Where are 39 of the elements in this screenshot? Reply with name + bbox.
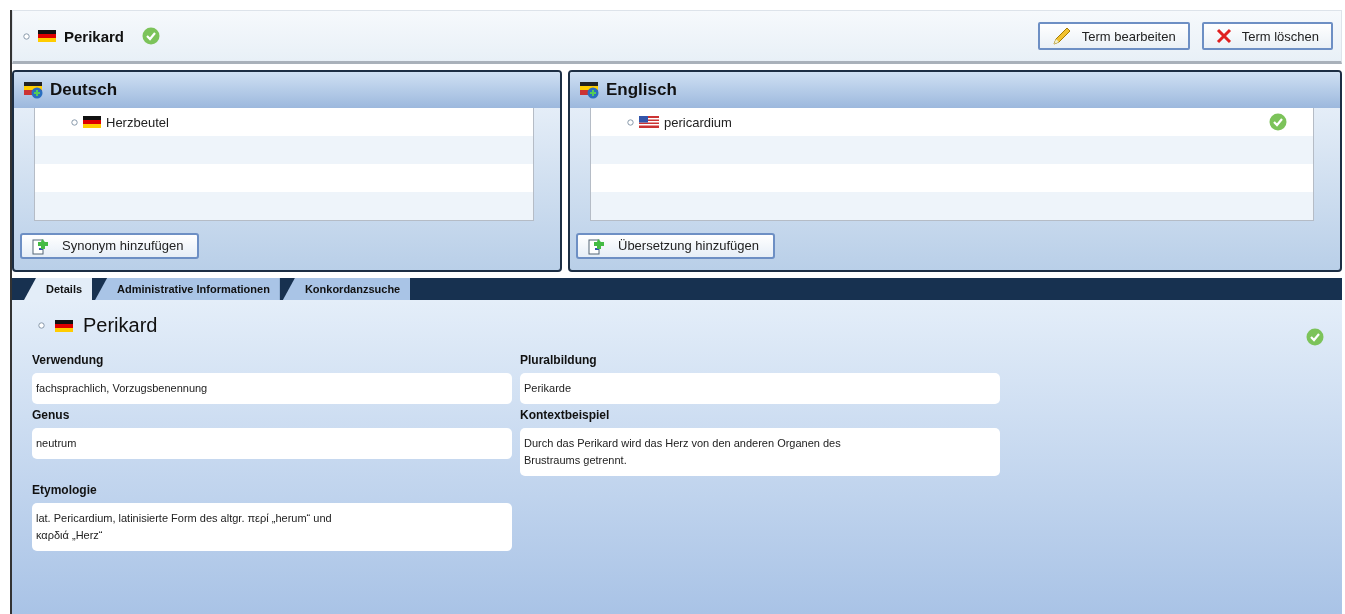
details-title: Perikard — [83, 314, 158, 337]
tab[interactable]: Konkordanzsuche — [282, 278, 411, 300]
field-label: Verwendung — [32, 353, 105, 367]
text-field[interactable]: Durch das Perikard wird das Herz von den anderen Organen des Brustraums getrennt. — [520, 428, 1000, 476]
tab[interactable]: Administrative Informationen — [95, 278, 280, 300]
panel-title: Englisch — [606, 80, 677, 100]
german-flag-icon — [83, 116, 101, 128]
german-flag-icon — [55, 319, 73, 332]
add-document-icon — [32, 236, 50, 255]
pencil-icon — [1051, 27, 1072, 45]
us-flag-icon — [639, 116, 659, 128]
field-label: Genus — [32, 408, 71, 422]
add-document-icon — [588, 236, 606, 255]
text-field[interactable]: neutrum — [32, 428, 512, 459]
term-text: Herzbeutel — [106, 114, 169, 130]
field-label: Pluralbildung — [520, 353, 598, 367]
language-flags-icon — [580, 81, 600, 99]
tab[interactable]: Details — [24, 278, 93, 300]
language-flags-icon — [24, 81, 44, 99]
close-icon — [1215, 28, 1232, 44]
delete-button[interactable]: Term löschen — [1201, 22, 1333, 50]
term-text: pericardium — [664, 114, 732, 130]
text-field[interactable]: fachsprachlich, Vorzugsbenennung — [32, 373, 512, 404]
text-field[interactable]: lat. Pericardium, latinisierte Form des altgr. περί „herum“ und καρδιά „Herz“ — [32, 503, 512, 551]
add-button[interactable]: Synonym hinzufügen — [20, 232, 200, 259]
edit-button[interactable]: Term bearbeiten — [1037, 22, 1190, 50]
field-label: Kontextbeispiel — [520, 408, 611, 422]
term-title: Perikard — [64, 27, 125, 45]
bullet-icon — [23, 32, 30, 40]
bullet-icon — [38, 322, 45, 329]
panel-title: Deutsch — [50, 80, 118, 100]
text-field[interactable]: Perikarde — [520, 373, 1000, 404]
bullet-icon — [627, 118, 634, 126]
add-button[interactable]: Übersetzung hinzufügen — [576, 232, 775, 259]
german-flag-icon — [38, 30, 56, 42]
list-row[interactable]: pericardium — [591, 108, 1313, 136]
list-row[interactable]: Herzbeutel — [35, 108, 533, 136]
field-label: Etymologie — [32, 483, 98, 497]
bullet-icon — [71, 118, 78, 126]
